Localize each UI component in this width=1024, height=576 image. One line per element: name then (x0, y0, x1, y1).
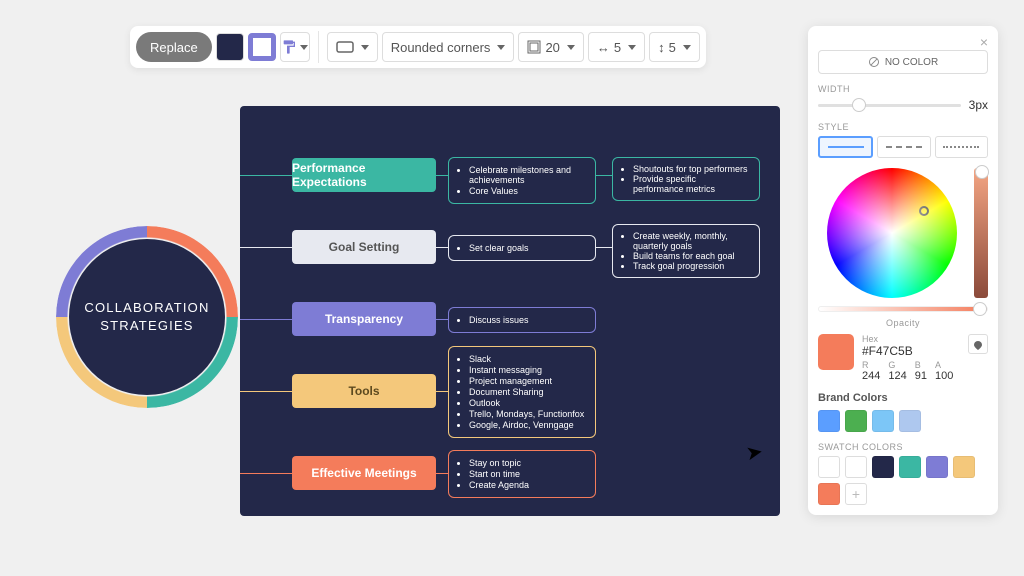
brand-color-swatch[interactable] (872, 410, 894, 432)
detail-node[interactable]: Celebrate milestones and achievementsCor… (448, 157, 596, 204)
brand-color-swatch[interactable] (899, 410, 921, 432)
topic-node[interactable]: Performance Expectations (292, 158, 436, 192)
line-style-dashed[interactable] (877, 136, 930, 158)
brand-color-swatch[interactable] (818, 410, 840, 432)
hex-label: Hex (862, 334, 960, 344)
detail-node[interactable]: Discuss issues (448, 307, 596, 333)
width-label: WIDTH (818, 84, 988, 94)
palette-swatch[interactable] (953, 456, 975, 478)
width-slider[interactable] (818, 104, 961, 107)
shade-slider[interactable] (974, 168, 988, 298)
opacity-label: Opacity (818, 318, 988, 328)
brand-color-swatch[interactable] (845, 410, 867, 432)
detail-node[interactable]: SlackInstant messagingProject management… (448, 346, 596, 438)
palette-swatch[interactable] (818, 483, 840, 505)
palette-swatch[interactable] (926, 456, 948, 478)
center-node[interactable]: COLLABORATIONSTRATEGIES (56, 226, 238, 408)
shape-picker[interactable] (327, 32, 378, 62)
color-panel: × NO COLOR WIDTH 3px STYLE Opacity Hex #… (808, 26, 998, 515)
color-wheel[interactable] (827, 168, 957, 298)
eyedropper-icon[interactable] (968, 334, 988, 354)
palette-swatch[interactable] (818, 456, 840, 478)
palette-swatch[interactable] (899, 456, 921, 478)
detail-node[interactable]: Shoutouts for top performersProvide spec… (612, 157, 760, 201)
add-swatch-button[interactable]: + (845, 483, 867, 505)
border-width-dropdown[interactable]: 20 (518, 32, 583, 62)
topic-node[interactable]: Goal Setting (292, 230, 436, 264)
h-spacing-dropdown[interactable]: ↔5 (588, 32, 645, 62)
hex-value[interactable]: #F47C5B (862, 344, 960, 358)
width-value: 3px (969, 98, 988, 112)
detail-node[interactable]: Create weekly, monthly, quarterly goalsB… (612, 224, 760, 278)
palette-swatch[interactable] (872, 456, 894, 478)
no-color-button[interactable]: NO COLOR (818, 50, 988, 74)
brand-colors-title: Brand Colors (818, 392, 988, 404)
property-toolbar: Replace Rounded corners 20 ↔5 ↕5 (130, 26, 706, 68)
v-spacing-dropdown[interactable]: ↕5 (649, 32, 700, 62)
opacity-slider[interactable] (818, 306, 988, 312)
current-color-swatch (818, 334, 854, 370)
topic-node[interactable]: Effective Meetings (292, 456, 436, 490)
palette-swatch[interactable] (845, 456, 867, 478)
mindmap-canvas[interactable]: Performance Expectations Celebrate milest… (240, 106, 780, 516)
topic-node[interactable]: Transparency (292, 302, 436, 336)
detail-node[interactable]: Set clear goals (448, 235, 596, 261)
close-icon[interactable]: × (980, 34, 988, 50)
paint-format-icon[interactable] (280, 32, 310, 62)
center-node-label: COLLABORATIONSTRATEGIES (69, 239, 225, 395)
corner-style-dropdown[interactable]: Rounded corners (382, 32, 515, 62)
line-style-solid[interactable] (818, 136, 873, 158)
topic-node[interactable]: Tools (292, 374, 436, 408)
border-color-swatch[interactable] (248, 33, 276, 61)
detail-node[interactable]: Stay on topicStart on timeCreate Agenda (448, 450, 596, 498)
fill-color-swatch[interactable] (216, 33, 244, 61)
style-label: STYLE (818, 122, 988, 132)
replace-button[interactable]: Replace (136, 32, 212, 62)
line-style-dotted[interactable] (935, 136, 988, 158)
swatch-colors-title: SWATCH COLORS (818, 442, 988, 452)
